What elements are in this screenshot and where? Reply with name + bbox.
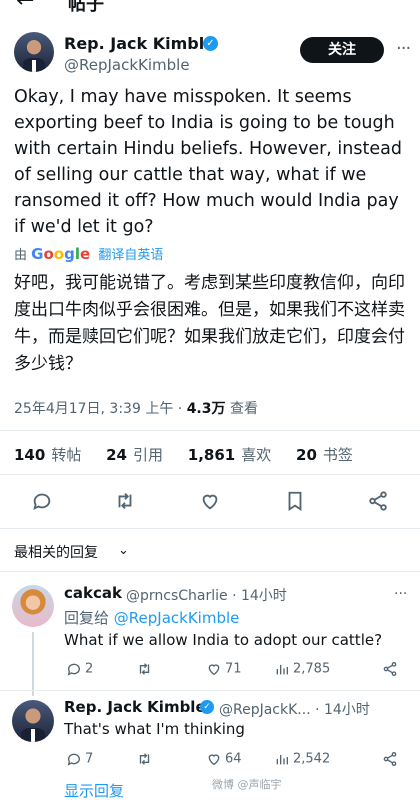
reply-views-action[interactable]: 2,542 xyxy=(274,751,330,767)
tweet-meta: 25年4月17日, 3:39 上午 · 4.3万 查看 xyxy=(14,398,258,418)
reply-share-action[interactable] xyxy=(382,751,401,767)
reply-views-action[interactable]: 2,785 xyxy=(274,661,330,677)
reply-author-name[interactable]: Rep. Jack Kimble xyxy=(64,698,206,716)
translated-text: 好吧，我可能说错了。考虑到某些印度教信仰，向印度出口牛肉似乎会很困难。但是，如果… xyxy=(14,273,405,374)
reply-like-action[interactable]: 64 xyxy=(206,751,242,767)
reply-to-mention[interactable]: @RepJackKimble xyxy=(114,609,240,627)
like-icon xyxy=(208,664,220,676)
bookmark-icon[interactable] xyxy=(284,490,306,512)
translation-attribution: 由 Google 翻译自英语 xyxy=(14,244,163,263)
retweet-icon xyxy=(139,753,150,765)
translation-label[interactable]: 翻译自英语 xyxy=(98,248,163,263)
share-icon[interactable] xyxy=(367,490,389,512)
stat-quotes[interactable]: 24 引用 xyxy=(106,446,163,464)
author-avatar[interactable] xyxy=(14,32,54,72)
engagement-stats: 140 转帖 24 引用 1,861 喜欢 20 书签 xyxy=(14,444,373,465)
tweet-views-count: 4.3万 xyxy=(186,401,226,417)
reply-text: That's what I'm thinking xyxy=(64,720,245,738)
verified-badge-icon: ✓ xyxy=(203,36,218,51)
reply-author-name[interactable]: cakcak xyxy=(64,584,122,602)
follow-button[interactable]: 关注 xyxy=(300,37,384,63)
chevron-down-icon: ⌄ xyxy=(118,543,129,558)
page-title: 帖子 xyxy=(68,0,104,15)
verified-badge-icon: ✓ xyxy=(200,700,214,714)
tweet-views-label: 查看 xyxy=(225,401,258,417)
reply-retweet-action[interactable] xyxy=(136,661,156,677)
reply-reply-action[interactable]: 2 xyxy=(66,661,93,677)
action-bar xyxy=(0,486,420,516)
reply-icon xyxy=(67,663,80,676)
reply-share-action[interactable] xyxy=(382,661,401,677)
divider xyxy=(0,690,420,691)
top-bar: ← 帖子 xyxy=(0,0,420,18)
reply-retweet-action[interactable] xyxy=(136,751,156,767)
watermark: 微博 @声临宇 xyxy=(212,778,282,791)
views-icon xyxy=(276,665,288,675)
stat-retweets[interactable]: 140 转帖 xyxy=(14,446,81,464)
reply-like-action[interactable]: 71 xyxy=(206,661,242,677)
reply-handle-time[interactable]: @prncsCharlie · 14小时 xyxy=(126,585,287,605)
arrow-left-icon[interactable]: ← xyxy=(16,0,34,13)
reply-sort-selector[interactable]: 最相关的回复 ⌄ xyxy=(0,528,420,572)
reply-reply-action[interactable]: 7 xyxy=(66,751,93,767)
reply-icon[interactable] xyxy=(31,490,53,512)
more-options-icon[interactable]: ··· xyxy=(394,586,407,602)
author-handle[interactable]: @RepJackKimble xyxy=(64,56,190,74)
stat-likes[interactable]: 1,861 喜欢 xyxy=(188,446,271,464)
tweet-date: 25年4月17日, 3:39 上午 · xyxy=(14,401,187,417)
more-options-icon[interactable]: ··· xyxy=(396,38,411,59)
reply-text: What if we allow India to adopt our catt… xyxy=(64,631,383,649)
tweet-text: Okay, I may have misspoken. It seems exp… xyxy=(14,87,402,237)
share-icon xyxy=(383,752,397,766)
views-icon xyxy=(276,755,288,765)
divider xyxy=(0,474,420,475)
replying-to: 回复给 @RepJackKimble xyxy=(64,609,240,627)
reply-handle-time[interactable]: @RepJackK... · 14小时 xyxy=(219,699,370,719)
author-name[interactable]: Rep. Jack Kimble xyxy=(64,34,215,53)
retweet-icon[interactable] xyxy=(114,490,136,512)
thread-line xyxy=(32,632,34,696)
like-icon xyxy=(208,754,220,766)
share-icon xyxy=(383,662,397,676)
retweet-icon xyxy=(139,663,150,675)
reply-icon xyxy=(67,753,80,766)
reply-sort-label: 最相关的回复 xyxy=(14,545,98,561)
show-replies-link[interactable]: 显示回复 xyxy=(64,780,124,800)
stat-bookmarks[interactable]: 20 书签 xyxy=(296,446,353,464)
google-logo: Google xyxy=(31,245,91,263)
translate-prefix: 由 xyxy=(14,248,28,263)
like-icon[interactable] xyxy=(199,490,221,512)
reply-avatar[interactable] xyxy=(12,585,54,627)
divider xyxy=(0,430,420,431)
reply-avatar[interactable] xyxy=(12,700,54,742)
